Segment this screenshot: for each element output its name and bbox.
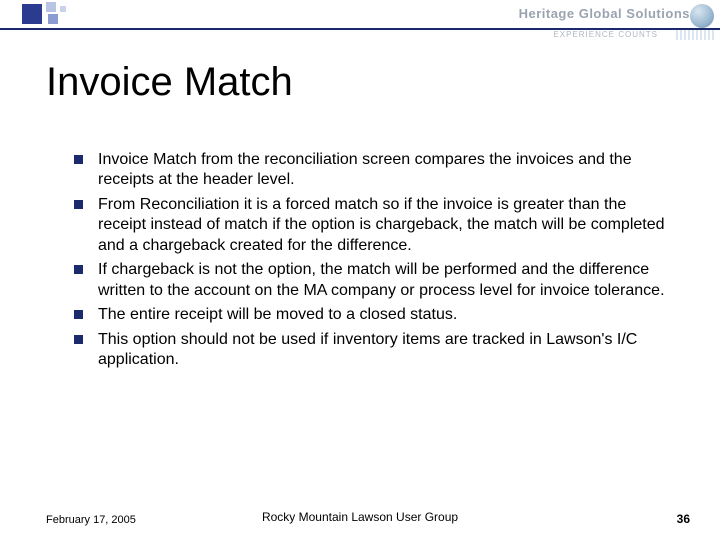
footer-page-number: 36: [677, 512, 690, 526]
slide-title: Invoice Match: [46, 60, 293, 105]
brand-tagline: EXPERIENCE COUNTS: [553, 30, 658, 39]
bullet-item: Invoice Match from the reconciliation sc…: [74, 150, 674, 191]
bullet-item: This option should not be used if invent…: [74, 330, 674, 371]
header-decoration: Heritage Global Solutions EXPERIENCE COU…: [0, 0, 720, 42]
bullet-item: If chargeback is not the option, the mat…: [74, 260, 674, 301]
deco-square-large: [22, 4, 42, 24]
slide-footer: February 17, 2005 Rocky Mountain Lawson …: [0, 506, 720, 526]
deco-square-med1: [46, 2, 56, 12]
bullet-item: The entire receipt will be moved to a cl…: [74, 305, 674, 325]
brand-name: Heritage Global Solutions: [519, 6, 690, 21]
bullet-item: From Reconciliation it is a forced match…: [74, 195, 674, 256]
footer-center: Rocky Mountain Lawson User Group: [0, 510, 720, 524]
globe-icon: [690, 4, 714, 28]
bullet-list: Invoice Match from the reconciliation sc…: [74, 150, 674, 375]
deco-square-med2: [48, 14, 58, 24]
barcode-deco: [676, 30, 716, 40]
deco-square-small: [60, 6, 66, 12]
